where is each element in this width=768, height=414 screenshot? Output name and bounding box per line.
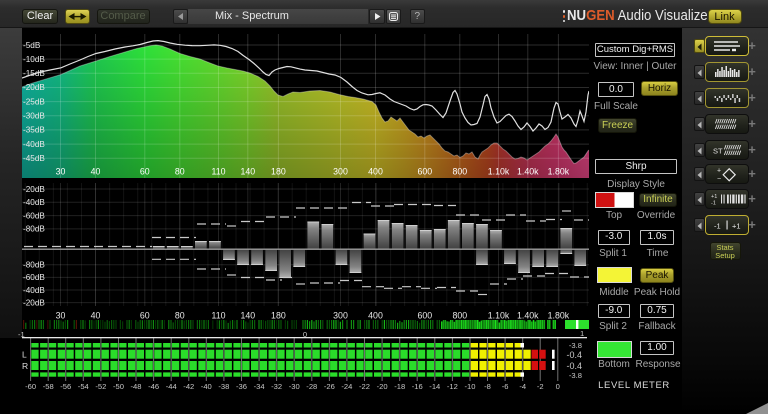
svg-text:1.80k: 1.80k (548, 167, 570, 177)
svg-text:30: 30 (56, 167, 66, 177)
svg-text:-40dB: -40dB (23, 198, 45, 207)
svg-text:-16: -16 (412, 382, 423, 391)
svg-text:-38: -38 (218, 382, 229, 391)
svg-text:-15dB: -15dB (23, 69, 45, 78)
svg-text:-30: -30 (289, 382, 300, 391)
svg-text:-36: -36 (236, 382, 247, 391)
svg-text:-12: -12 (447, 382, 458, 391)
svg-text:+1: +1 (711, 194, 717, 200)
svg-text:-52: -52 (95, 382, 106, 391)
svg-text:+: + (717, 167, 721, 174)
svg-text:-10: -10 (465, 382, 476, 391)
svg-text:-32: -32 (271, 382, 282, 391)
svg-text:-1: -1 (714, 222, 721, 231)
svg-text:600: 600 (417, 167, 432, 177)
svg-text:-34: -34 (254, 382, 265, 391)
svg-text:-6: -6 (502, 382, 509, 391)
svg-text:140: 140 (240, 167, 255, 177)
svg-text:1.40k: 1.40k (517, 167, 539, 177)
svg-text:300: 300 (333, 310, 348, 319)
svg-text:400: 400 (368, 310, 383, 319)
svg-text:−: − (717, 176, 721, 183)
svg-text:400: 400 (368, 167, 383, 177)
svg-text:1.80k: 1.80k (548, 310, 570, 319)
svg-text:-44: -44 (166, 382, 177, 391)
svg-text:80: 80 (175, 310, 185, 319)
svg-text:-40dB: -40dB (23, 286, 45, 295)
svg-text:-14: -14 (429, 382, 440, 391)
svg-text:-20: -20 (377, 382, 388, 391)
svg-text:R: R (22, 361, 28, 371)
svg-text:-5dB: -5dB (23, 41, 41, 50)
svg-text:ST: ST (713, 147, 723, 156)
svg-text:-40dB: -40dB (23, 140, 45, 149)
svg-text:40: 40 (91, 167, 101, 177)
svg-text:L: L (22, 350, 27, 360)
svg-text:-50: -50 (113, 382, 124, 391)
svg-text:-40: -40 (201, 382, 212, 391)
svg-text:800: 800 (452, 310, 467, 319)
svg-text:-22: -22 (359, 382, 370, 391)
svg-text:-20dB: -20dB (23, 185, 45, 194)
svg-text:-56: -56 (60, 382, 71, 391)
svg-text:-30dB: -30dB (23, 112, 45, 121)
svg-text:1.10k: 1.10k (488, 167, 510, 177)
svg-text:180: 180 (271, 167, 286, 177)
svg-text:800: 800 (452, 167, 467, 177)
svg-text:180: 180 (271, 310, 286, 319)
svg-text:-45dB: -45dB (23, 154, 45, 163)
svg-text:-20dB: -20dB (23, 83, 45, 92)
svg-text:-4: -4 (519, 382, 526, 391)
svg-text:-80dB: -80dB (23, 225, 45, 234)
svg-text:110: 110 (211, 167, 225, 177)
svg-text:600: 600 (417, 310, 432, 319)
svg-text:-28: -28 (306, 382, 317, 391)
svg-text:-60dB: -60dB (23, 211, 45, 220)
svg-text:110: 110 (211, 310, 225, 319)
svg-text:-48: -48 (131, 382, 142, 391)
svg-text:-24: -24 (341, 382, 352, 391)
svg-text:-10dB: -10dB (23, 55, 45, 64)
svg-text:-42: -42 (183, 382, 194, 391)
svg-text:1.10k: 1.10k (488, 310, 510, 319)
svg-text:-8: -8 (484, 382, 491, 391)
svg-text:-2: -2 (537, 382, 544, 391)
svg-text:60: 60 (140, 310, 150, 319)
svg-text:-80dB: -80dB (23, 261, 45, 270)
svg-text:-25dB: -25dB (23, 97, 45, 106)
svg-text:40: 40 (91, 310, 101, 319)
svg-text:-54: -54 (78, 382, 89, 391)
svg-text:-26: -26 (324, 382, 335, 391)
svg-text:-60: -60 (25, 382, 36, 391)
svg-text:1.40k: 1.40k (517, 310, 539, 319)
svg-text:+1: +1 (732, 222, 741, 231)
svg-text:-20dB: -20dB (23, 298, 45, 307)
svg-text:-18: -18 (394, 382, 405, 391)
svg-text:-58: -58 (43, 382, 54, 391)
svg-text:-60dB: -60dB (23, 273, 45, 282)
svg-text:0: 0 (556, 382, 560, 391)
svg-text:80: 80 (175, 167, 185, 177)
svg-text:-1: -1 (711, 201, 716, 207)
svg-text:-46: -46 (148, 382, 159, 391)
svg-text:300: 300 (333, 167, 348, 177)
svg-text:30: 30 (56, 310, 66, 319)
svg-text:-35dB: -35dB (23, 126, 45, 135)
svg-text:140: 140 (240, 310, 255, 319)
svg-text:60: 60 (140, 167, 150, 177)
